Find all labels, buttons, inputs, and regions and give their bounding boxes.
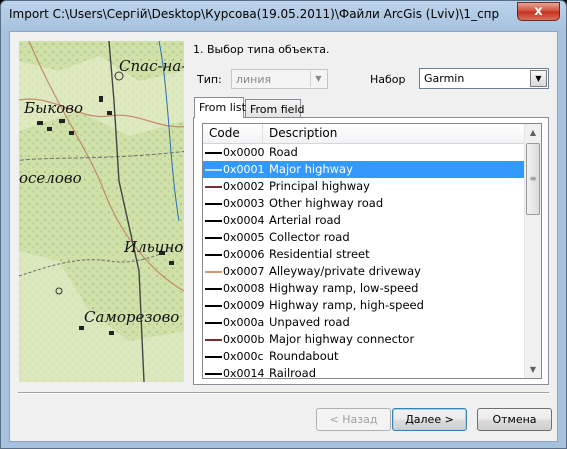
window-title: Import C:\Users\Сергій\Desktop\Курсова(1… [9, 7, 499, 21]
type-value: линия [236, 73, 272, 86]
row-description: Other highway road [269, 196, 384, 210]
row-code: 0x0006 [223, 248, 265, 261]
row-code: 0x0000 [223, 146, 265, 159]
cancel-button[interactable]: Отмена [477, 408, 552, 431]
type-label: Тип: [197, 73, 222, 86]
row-code: 0x0008 [223, 282, 265, 295]
line-style-swatch [205, 237, 222, 239]
row-description: Major highway connector [269, 332, 415, 346]
topographic-map [19, 41, 184, 382]
row-description: Principal highway [269, 179, 370, 193]
divider [18, 392, 549, 394]
line-style-swatch [205, 288, 222, 290]
row-description: Arterial road [269, 213, 341, 227]
row-description: Collector road [269, 230, 350, 244]
map-label: Ильино [124, 238, 184, 256]
row-description: Unpaved road [269, 315, 350, 329]
row-code: 0x0004 [223, 214, 265, 227]
row-description: Highway ramp, low-speed [269, 281, 419, 295]
row-code: 0x0014 [223, 367, 265, 379]
line-style-swatch [205, 339, 222, 341]
import-dialog: Import C:\Users\Сергій\Desktop\Курсова(1… [0, 0, 567, 449]
row-code: 0x0001 [223, 163, 265, 176]
row-description: Major highway [269, 162, 353, 176]
vertical-scrollbar[interactable]: ▲ ≡ ▼ [524, 124, 541, 378]
dialog-body: Спас-на- Быково оселово Ильино Саморезов… [9, 31, 558, 442]
map-label: Быково [24, 99, 83, 117]
list-item[interactable]: 0x0004 Arterial road [203, 212, 525, 229]
line-style-swatch [205, 186, 222, 188]
list-item[interactable]: 0x0005 Collector road [203, 229, 525, 246]
list-item[interactable]: 0x0007 Alleyway/private driveway [203, 263, 525, 280]
list-item[interactable]: 0x000a Unpaved road [203, 314, 525, 331]
line-style-swatch [205, 305, 222, 307]
line-style-swatch [205, 322, 222, 324]
next-button[interactable]: Далее > [392, 408, 467, 431]
row-description: Residential street [269, 247, 370, 261]
list-item[interactable]: 0x000b Major highway connector [203, 331, 525, 348]
chevron-down-icon: ▼ [310, 71, 326, 87]
title-bar[interactable]: Import C:\Users\Сергій\Desktop\Курсова(1… [1, 1, 566, 31]
row-code: 0x000a [223, 316, 265, 329]
row-description: Railroad [269, 366, 317, 379]
set-label: Набор [370, 73, 406, 86]
list-item[interactable]: 0x0008 Highway ramp, low-speed [203, 280, 525, 297]
list-item[interactable]: 0x0000 Road [203, 144, 525, 161]
map-label: оселово [19, 169, 82, 187]
type-dropdown[interactable]: линия ▼ [231, 69, 328, 89]
scroll-down-icon[interactable]: ▼ [525, 361, 541, 378]
row-description: Road [269, 145, 298, 159]
list-item[interactable]: 0x0009 Highway ramp, high-speed [203, 297, 525, 314]
back-button[interactable]: < Назад [316, 408, 391, 431]
line-style-swatch [205, 271, 222, 273]
line-style-swatch [205, 203, 222, 205]
tab-panel-from-list: Code Description 0x0000 Road 0x0001 Major h… [193, 117, 549, 385]
row-code: 0x0002 [223, 180, 265, 193]
tab-from-field[interactable]: From field [245, 99, 304, 118]
step-label: 1. Выбор типа объекта. [193, 43, 330, 56]
row-description: Alleyway/private driveway [269, 264, 421, 278]
row-code: 0x000b [223, 333, 265, 346]
map-label: Спас-на- [119, 57, 184, 75]
list-item[interactable]: 0x0014 Railroad [203, 365, 525, 379]
set-value: Garmin [424, 72, 465, 85]
row-code: 0x000c [223, 350, 264, 363]
set-dropdown[interactable]: Garmin ▼ [419, 68, 549, 89]
row-code: 0x0005 [223, 231, 265, 244]
row-code: 0x0009 [223, 299, 265, 312]
row-description: Highway ramp, high-speed [269, 298, 424, 312]
close-button[interactable]: x [517, 2, 560, 21]
line-style-swatch [205, 169, 222, 171]
column-header-description[interactable]: Description [263, 124, 525, 143]
list-header: Code Description [203, 124, 525, 144]
chevron-down-icon[interactable]: ▼ [530, 70, 547, 87]
map-preview-image: Спас-на- Быково оселово Ильино Саморезов… [19, 41, 184, 382]
column-header-code[interactable]: Code [203, 124, 263, 143]
scroll-up-icon[interactable]: ▲ [525, 124, 541, 141]
row-code: 0x0007 [223, 265, 265, 278]
tab-from-list[interactable]: From list [194, 97, 246, 118]
list-item[interactable]: 0x0006 Residential street [203, 246, 525, 263]
map-label: Саморезово [84, 308, 180, 326]
list-item[interactable]: 0x000c Roundabout [203, 348, 525, 365]
list-item[interactable]: 0x0002 Principal highway [203, 178, 525, 195]
list-rows: 0x0000 Road 0x0001 Major highway 0x0002 Princ… [203, 144, 525, 379]
list-item[interactable]: 0x0003 Other highway road [203, 195, 525, 212]
line-style-swatch [205, 356, 222, 358]
scroll-thumb[interactable]: ≡ [526, 143, 540, 215]
line-style-swatch [205, 220, 222, 222]
list-item[interactable]: 0x0001 Major highway [203, 161, 525, 178]
line-style-swatch [205, 152, 222, 154]
row-description: Roundabout [269, 349, 339, 363]
line-style-swatch [205, 373, 222, 375]
object-type-list[interactable]: Code Description 0x0000 Road 0x0001 Major h… [202, 123, 542, 379]
line-style-swatch [205, 254, 222, 256]
row-code: 0x0003 [223, 197, 265, 210]
